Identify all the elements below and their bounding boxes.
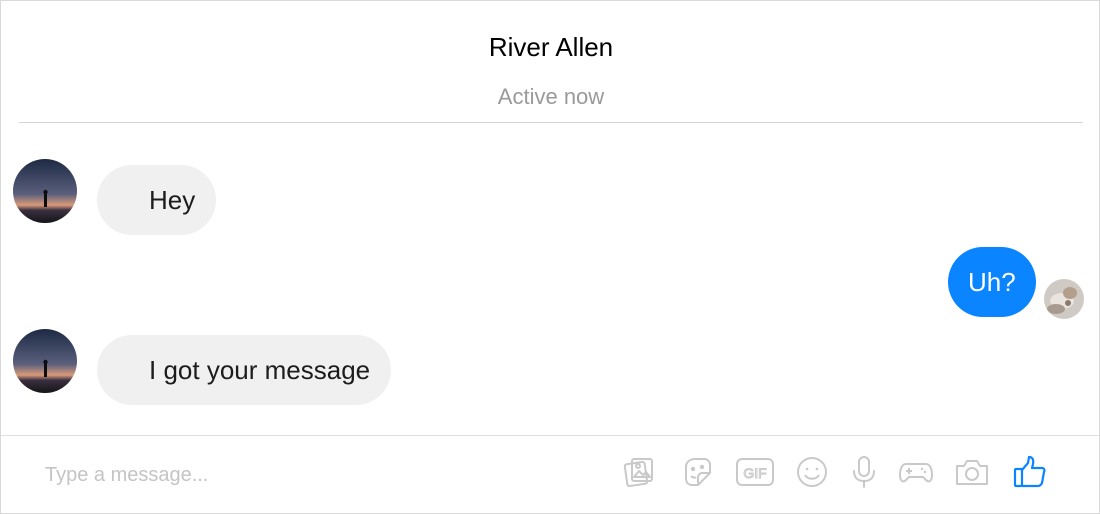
contact-photo (13, 329, 77, 393)
user-avatar[interactable] (1044, 279, 1084, 319)
contact-avatar[interactable] (13, 329, 77, 393)
games-button[interactable] (897, 452, 935, 492)
camera-icon (956, 460, 988, 485)
emoji-icon (797, 457, 827, 487)
sticker-button[interactable] (678, 452, 716, 492)
microphone-icon (853, 456, 875, 488)
camera-button[interactable] (953, 452, 991, 492)
message-bubble-incoming[interactable]: Hey (97, 165, 217, 235)
emoji-button[interactable] (793, 452, 831, 492)
voice-button[interactable] (845, 452, 883, 492)
conversation-header: River Allen Active now (19, 1, 1083, 123)
contact-name[interactable]: River Allen (19, 31, 1083, 63)
gif-icon: GIF (736, 458, 774, 486)
sticker-icon (685, 458, 711, 486)
gif-button[interactable]: GIF (735, 452, 775, 492)
message-bubble-incoming[interactable]: I got your message (97, 335, 392, 405)
message-composer: GIF (1, 435, 1099, 514)
message-bubble-outgoing[interactable]: Uh? (948, 247, 1036, 317)
contact-avatar[interactable] (13, 159, 77, 223)
photo-button[interactable] (620, 452, 658, 492)
active-status: Active now (497, 84, 605, 109)
user-photo (1044, 279, 1084, 319)
chat-window: River Allen Active now Hey Uh? I got you… (0, 0, 1100, 514)
message-input[interactable] (45, 460, 565, 490)
photo-icon (623, 458, 653, 488)
thumbs-up-icon (1013, 455, 1046, 488)
gif-label: GIF (743, 465, 766, 481)
game-icon (899, 463, 933, 483)
contact-photo (13, 159, 77, 223)
like-button[interactable] (1011, 452, 1049, 492)
